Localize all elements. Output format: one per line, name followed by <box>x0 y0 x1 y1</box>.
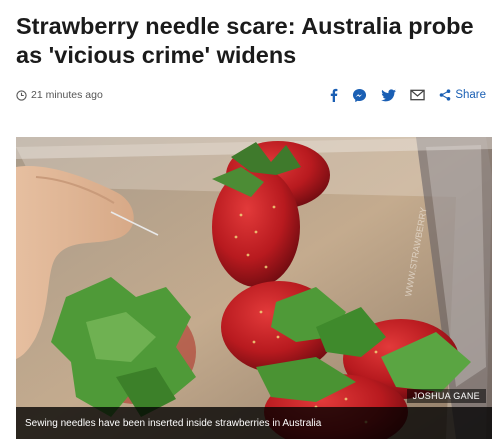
article-photo: WWW.STRAWBERRY JOSHUA GANE Sewing needle… <box>16 137 492 439</box>
timestamp-text: 21 minutes ago <box>31 89 103 101</box>
share-label: Share <box>455 89 486 101</box>
timestamp: 21 minutes ago <box>16 89 103 101</box>
clock-icon <box>16 89 27 101</box>
article-meta-row: 21 minutes ago Share <box>16 86 486 104</box>
photo-credit: JOSHUA GANE <box>406 389 486 403</box>
messenger-icon[interactable] <box>352 88 367 103</box>
photo-caption: Sewing needles have been inserted inside… <box>16 407 492 439</box>
facebook-icon[interactable] <box>329 88 338 102</box>
share-icon <box>440 89 451 101</box>
article-headline: Strawberry needle scare: Australia probe… <box>16 13 474 68</box>
share-button[interactable]: Share <box>439 89 486 101</box>
twitter-icon[interactable] <box>381 88 397 102</box>
email-icon[interactable] <box>410 89 426 101</box>
share-toolbar: Share <box>315 88 486 103</box>
